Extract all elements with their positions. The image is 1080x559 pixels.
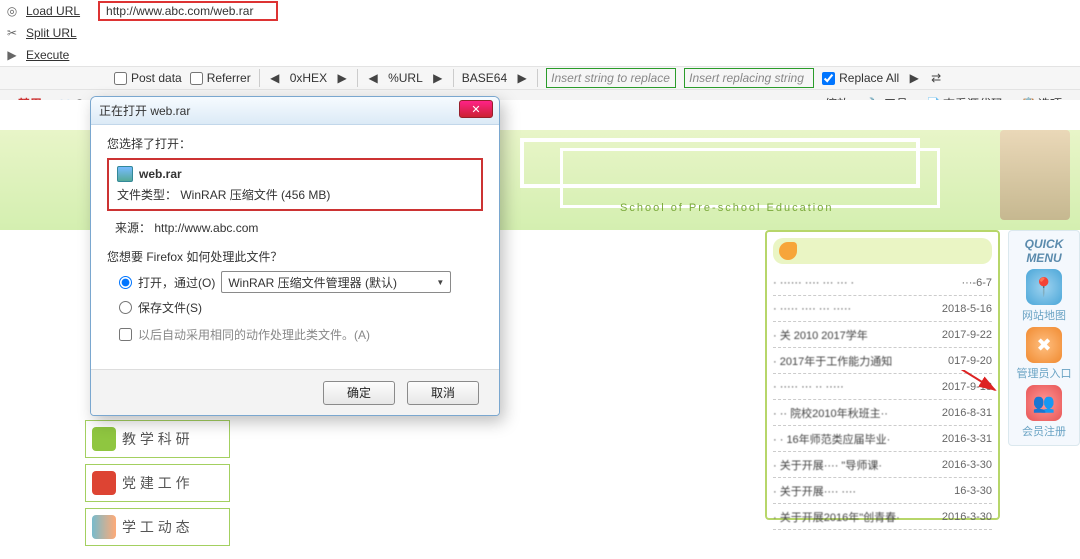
news-row[interactable]: · 2017年于工作能力通知017-9-20 <box>773 348 992 374</box>
news-row[interactable]: · 关 2010 2017学年2017-9-22 <box>773 322 992 348</box>
auto-checkbox[interactable]: 以后自动采用相同的动作处理此类文件。(A) <box>119 326 483 343</box>
sidebar-card[interactable]: 党 建 工 作 <box>85 464 230 502</box>
dialog-titlebar[interactable]: 正在打开 web.rar ✕ <box>91 97 499 125</box>
sidebar-card[interactable]: 学 工 动 态 <box>85 508 230 546</box>
url-input[interactable]: http://www.abc.com/web.rar <box>98 1 278 21</box>
app-combo[interactable]: WinRAR 压缩文件管理器 (默认)▼ <box>221 271 451 293</box>
news-row[interactable]: · ······ ···· ··· ··· ····-6-7 <box>773 270 992 296</box>
news-row[interactable]: · ····· ···· ··· ·····2018-5-16 <box>773 296 992 322</box>
post-data-checkbox[interactable]: Post data <box>114 71 182 85</box>
banner-subtitle: School of Pre-school Education <box>620 202 833 214</box>
sidebar-card[interactable]: 教 学 科 研 <box>85 420 230 458</box>
news-row[interactable]: · 关于开展···· ····16-3-30 <box>773 478 992 504</box>
horn-icon <box>779 242 797 260</box>
swap-icon[interactable]: ⇄ <box>929 71 943 85</box>
b64-right-icon[interactable]: ▶ <box>515 71 529 85</box>
url-right-icon[interactable]: ▶ <box>431 71 445 85</box>
doit-icon[interactable]: ▶ <box>907 71 921 85</box>
download-dialog: 正在打开 web.rar ✕ 您选择了打开： web.rar 文件类型： Win… <box>90 96 500 416</box>
split-url-button[interactable]: Split URL <box>26 26 77 40</box>
urlenc-label: %URL <box>388 71 423 85</box>
hex-right-icon[interactable]: ▶ <box>335 71 349 85</box>
execute-button[interactable]: Execute <box>26 48 69 62</box>
rar-icon <box>117 166 133 182</box>
execute-icon: ▶ <box>4 47 20 63</box>
quick-title: QUICK MENU <box>1025 237 1064 265</box>
split-icon: ✂ <box>4 25 20 41</box>
news-row[interactable]: · 关于开展···· "导师课·2016-3-30 <box>773 452 992 478</box>
replace-all-checkbox[interactable]: Replace All <box>822 71 899 85</box>
news-row[interactable]: · ·· 院校2010年秋班主··2016-8-31 <box>773 400 992 426</box>
url-left-icon[interactable]: ◀ <box>366 71 380 85</box>
save-file-radio[interactable]: 保存文件(S) <box>119 299 483 316</box>
dialog-title: 正在打开 web.rar <box>99 102 190 119</box>
load-url-button[interactable]: Load URL <box>26 4 80 18</box>
quick-admin[interactable]: ✖管理员入口 <box>1014 327 1074 381</box>
hex-label: 0xHEX <box>290 71 327 85</box>
news-row[interactable]: · · 16年师范类应届毕业·2016-3-31 <box>773 426 992 452</box>
file-info-box: web.rar 文件类型： WinRAR 压缩文件 (456 MB) <box>107 158 483 211</box>
hex-left-icon[interactable]: ◀ <box>268 71 282 85</box>
base64-label: BASE64 <box>462 71 507 85</box>
replace-with-input[interactable]: Insert replacing string <box>684 68 814 88</box>
open-with-radio[interactable]: 打开，通过(O) WinRAR 压缩文件管理器 (默认)▼ <box>119 271 483 293</box>
cancel-button[interactable]: 取消 <box>407 381 479 405</box>
you-chose-label: 您选择了打开： <box>107 135 483 152</box>
replace-find-input[interactable]: Insert string to replace <box>546 68 676 88</box>
quick-menu: QUICK MENU 📍网站地图 ✖管理员入口 👥会员注册 <box>1008 230 1080 446</box>
quick-map[interactable]: 📍网站地图 <box>1014 269 1074 323</box>
load-icon: ◎ <box>4 3 20 19</box>
news-panel: · ······ ···· ··· ··· ····-6-7· ····· ··… <box>765 230 1000 520</box>
close-icon[interactable]: ✕ <box>459 100 493 118</box>
quick-register[interactable]: 👥会员注册 <box>1014 385 1074 439</box>
ok-button[interactable]: 确定 <box>323 381 395 405</box>
handle-question: 您想要 Firefox 如何处理此文件？ <box>107 248 483 265</box>
news-row[interactable]: · ····· ··· ·· ·····2017-9-18 <box>773 374 992 400</box>
news-row[interactable]: · 关于开展2016年"创青春·2016-3-30 <box>773 504 992 530</box>
referrer-checkbox[interactable]: Referrer <box>190 71 251 85</box>
